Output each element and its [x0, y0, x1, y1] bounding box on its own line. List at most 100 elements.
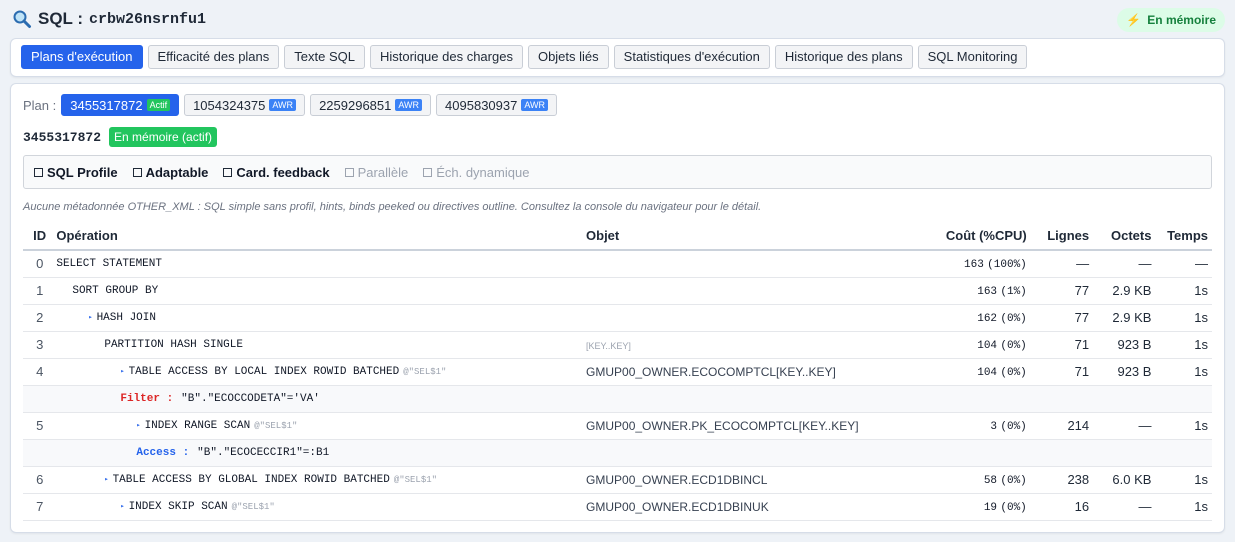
filter-text: "B"."ECOCCODETA"='VA': [181, 392, 320, 405]
row-id: 4: [23, 358, 57, 386]
tab-plan-history[interactable]: Historique des plans: [774, 45, 913, 69]
header-time[interactable]: Temps: [1151, 222, 1212, 251]
time-value: 1s: [1194, 283, 1208, 298]
plan-hash: 4095830937: [445, 97, 518, 113]
access-predicate: Access : "B"."ECOCECCIR1"=:B1: [56, 447, 1212, 459]
object-name: GMUP00_OWNER.PK_ECOCOMPTCL: [586, 418, 799, 433]
rows-value: 238: [1067, 472, 1090, 487]
header-operation[interactable]: Opération: [56, 222, 587, 251]
time-value: 1s: [1194, 337, 1208, 352]
plan-selector-label: Plan :: [23, 97, 57, 113]
expand-triangle-icon[interactable]: ▸: [104, 475, 108, 484]
other-xml-note: Aucune métadonnée OTHER_XML : SQL simple…: [23, 201, 762, 213]
row-id: 3: [23, 331, 57, 359]
flag-parallel: Parallèle: [344, 164, 409, 180]
header-object[interactable]: Objet: [586, 222, 859, 251]
plan-button[interactable]: 1054324375 AWR: [184, 94, 306, 116]
checkbox-icon: [34, 167, 43, 177]
table-row[interactable]: 6 ▸ TABLE ACCESS BY GLOBAL INDEX ROWID BA…: [23, 466, 1212, 494]
plan-panel: Plan : 3455317872 Actif 1054324375 AWR 2…: [10, 83, 1225, 533]
operation-text: PARTITION HASH SINGLE: [104, 338, 243, 351]
cpu-percent: (0%): [1000, 313, 1027, 325]
cost-value: 163: [964, 259, 984, 272]
table-row[interactable]: 5 ▸ INDEX RANGE SCAN @"SEL$1" GMUP00_OWNER…: [23, 412, 1212, 440]
flag-label: Card. feedback: [236, 164, 330, 180]
expand-triangle-icon[interactable]: ▸: [120, 502, 124, 511]
operation-text: INDEX RANGE SCAN: [144, 419, 251, 432]
predicate-row: Access : "B"."ECOCECCIR1"=:B1: [23, 439, 1212, 467]
header-cost[interactable]: Coût (%CPU): [858, 222, 1027, 251]
operation-text: HASH JOIN: [96, 311, 156, 324]
expand-triangle-icon[interactable]: ▸: [136, 421, 140, 430]
rows-value: 71: [1074, 337, 1090, 352]
flag-label: Éch. dynamique: [436, 164, 530, 180]
flag-card-feedback: Card. feedback: [223, 164, 330, 180]
execution-plan-table: ID Opération Objet Coût (%CPU) Lignes Oc…: [23, 222, 1212, 521]
awr-tag: AWR: [521, 99, 549, 111]
plan-state-badge: En mémoire (actif): [109, 127, 218, 147]
flag-label: Parallèle: [357, 164, 409, 180]
operation-cell: ▸ HASH JOIN: [56, 312, 586, 324]
tab-plan-efficiency[interactable]: Efficacité des plans: [147, 45, 280, 69]
operation-cell: SELECT STATEMENT: [56, 258, 586, 270]
memory-status-label: En mémoire: [1147, 13, 1216, 27]
plan-button[interactable]: 4095830937 AWR: [436, 94, 558, 116]
row-id: 2: [23, 304, 57, 332]
tab-plans-execution[interactable]: Plans d'exécution: [21, 45, 143, 69]
table-row[interactable]: 3 PARTITION HASH SINGLE [KEY..KEY] 104 (…: [23, 331, 1212, 359]
operation-cell: ▸ TABLE ACCESS BY LOCAL INDEX ROWID BATCH…: [56, 366, 586, 378]
cost-value: 162: [977, 313, 998, 325]
operation-text: TABLE ACCESS BY GLOBAL INDEX ROWID BATCH…: [112, 473, 390, 486]
cost-value: 19: [983, 502, 998, 514]
cpu-percent: (0%): [1000, 502, 1027, 514]
awr-tag: AWR: [395, 99, 423, 111]
time-value: 1s: [1194, 418, 1208, 433]
tabs-panel: Plans d'exécution Efficacité des plans T…: [10, 38, 1225, 77]
checkbox-icon: [344, 167, 354, 177]
plan-button[interactable]: 2259296851 AWR: [310, 94, 432, 116]
tab-load-history[interactable]: Historique des charges: [369, 45, 523, 69]
tab-bar: Plans d'exécution Efficacité des plans T…: [21, 45, 1028, 69]
time-value: 1s: [1194, 364, 1208, 379]
flag-adaptive: Adaptable: [132, 165, 208, 180]
tab-related-objects[interactable]: Objets liés: [527, 45, 609, 69]
access-text: "B"."ECOCECCIR1"=:B1: [197, 446, 330, 459]
query-block-alias: @"SEL$1": [254, 420, 298, 431]
table-row[interactable]: 2 ▸ HASH JOIN 162 (0%) 77 2.9 KB 1s: [23, 304, 1212, 332]
tab-execution-stats[interactable]: Statistiques d'exécution: [613, 45, 770, 69]
header-rows[interactable]: Lignes: [1026, 222, 1090, 251]
active-tag: Actif: [146, 99, 171, 111]
object-name: GMUP00_OWNER.ECOCOMPTCL: [586, 364, 777, 379]
rows-value: 77: [1074, 310, 1090, 325]
table-row[interactable]: 4 ▸ TABLE ACCESS BY LOCAL INDEX ROWID BAT…: [23, 358, 1212, 386]
header-bytes[interactable]: Octets: [1089, 222, 1152, 251]
filter-key: Filter :: [120, 392, 174, 405]
tab-sql-monitoring[interactable]: SQL Monitoring: [917, 45, 1028, 69]
sql-id: crbw26nsrnfu1: [89, 10, 207, 28]
access-key: Access :: [136, 446, 190, 459]
query-block-alias: @"SEL$1": [403, 366, 447, 377]
checkbox-icon: [223, 167, 233, 177]
expand-triangle-icon[interactable]: ▸: [88, 313, 92, 322]
awr-tag: AWR: [269, 99, 297, 111]
table-row[interactable]: 1 SORT GROUP BY 163 (1%) 77 2.9 KB 1s: [23, 277, 1212, 305]
bytes-value: 2.9 KB: [1112, 283, 1152, 298]
expand-triangle-icon[interactable]: ▸: [120, 367, 124, 376]
object-name: GMUP00_OWNER.ECD1DBINUK: [586, 499, 769, 514]
plan-hash: 2259296851: [319, 97, 392, 113]
table-row[interactable]: 0 SELECT STATEMENT 163 (100%) — — —: [23, 250, 1212, 278]
cpu-percent: (0%): [1000, 421, 1027, 433]
page-header: SQL : crbw26nsrnfu1 ⚡ En mémoire: [10, 4, 1225, 34]
plan-hash: 3455317872: [70, 97, 143, 113]
table-row[interactable]: 7 ▸ INDEX SKIP SCAN @"SEL$1" GMUP00_OWNER.…: [23, 493, 1212, 521]
plan-button-active[interactable]: 3455317872 Actif: [61, 94, 180, 116]
rows-value: 71: [1074, 364, 1090, 379]
plan-hash: 1054324375: [193, 97, 266, 113]
bytes-value: —: [1138, 256, 1152, 272]
title-prefix: SQL :: [38, 9, 84, 28]
object-name: GMUP00_OWNER.ECD1DBINCL: [586, 472, 768, 487]
header-id[interactable]: ID: [23, 222, 57, 251]
operation-cell: SORT GROUP BY: [56, 285, 586, 297]
tab-sql-text[interactable]: Texte SQL: [284, 45, 365, 69]
operation-cell: ▸ TABLE ACCESS BY GLOBAL INDEX ROWID BATC…: [56, 474, 586, 486]
